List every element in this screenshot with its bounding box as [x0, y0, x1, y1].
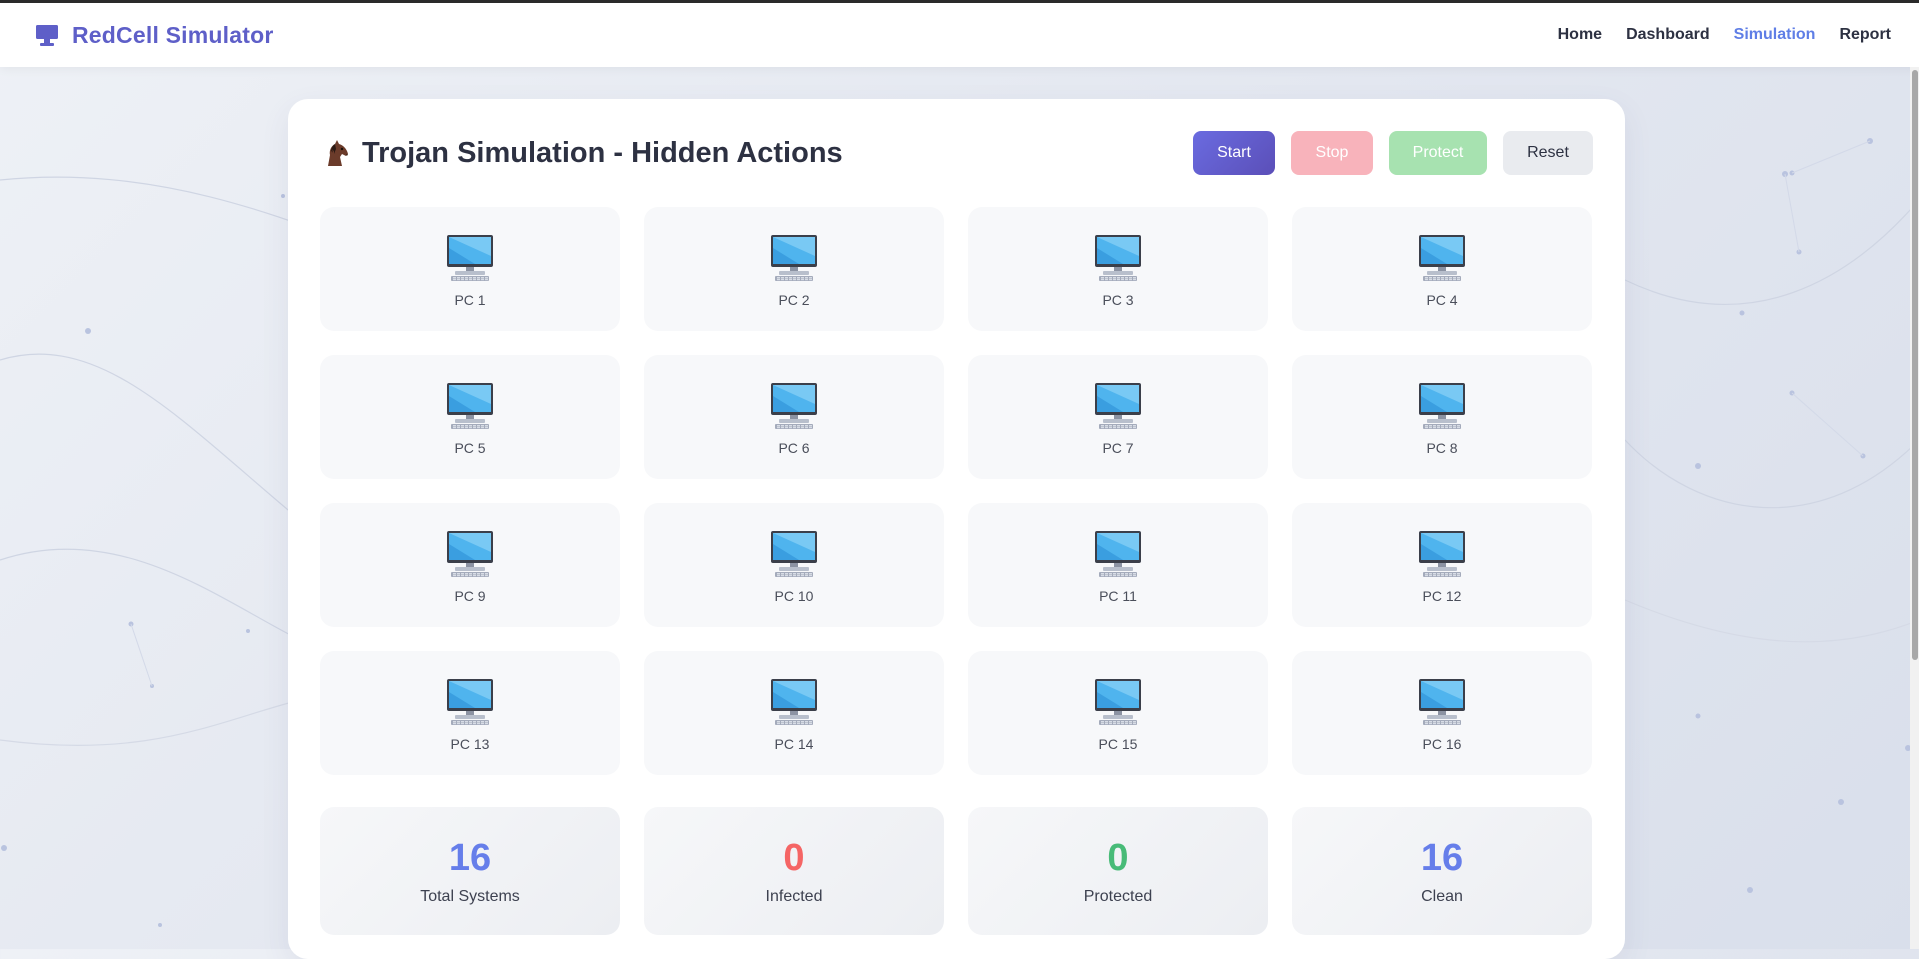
- pc-label: PC 2: [778, 292, 810, 308]
- start-button[interactable]: Start: [1193, 131, 1275, 175]
- pc-tile[interactable]: PC 5: [320, 355, 620, 479]
- pc-grid: PC 1 PC 2 PC 3 PC 4 PC 5 PC 6 PC 7 PC 8 PC 9 PC 1…: [320, 207, 1592, 775]
- desktop-computer-icon: [447, 679, 493, 725]
- pc-tile[interactable]: PC 8: [1292, 355, 1592, 479]
- pc-tile[interactable]: PC 4: [1292, 207, 1592, 331]
- stat-value: 0: [783, 836, 805, 879]
- reset-button[interactable]: Reset: [1503, 131, 1593, 175]
- top-navbar: RedCell Simulator Home Dashboard Simulat…: [0, 3, 1919, 67]
- nav-home[interactable]: Home: [1558, 26, 1602, 44]
- desktop-computer-icon: [1419, 383, 1465, 429]
- stop-button[interactable]: Stop: [1291, 131, 1373, 175]
- pc-tile[interactable]: PC 15: [968, 651, 1268, 775]
- desktop-computer-icon: [1419, 531, 1465, 577]
- desktop-computer-icon: [1419, 235, 1465, 281]
- control-buttons: Start Stop Protect Reset: [1193, 131, 1593, 175]
- stat-label: Clean: [1421, 887, 1463, 905]
- main-nav: Home Dashboard Simulation Report: [1558, 26, 1891, 44]
- stat-total-systems: 16 Total Systems: [320, 807, 620, 935]
- pc-label: PC 4: [1426, 292, 1458, 308]
- pc-tile[interactable]: PC 12: [1292, 503, 1592, 627]
- pc-tile[interactable]: PC 13: [320, 651, 620, 775]
- stat-label: Infected: [765, 887, 823, 905]
- stat-value: 16: [448, 836, 492, 879]
- pc-label: PC 6: [778, 440, 810, 456]
- nav-dashboard[interactable]: Dashboard: [1626, 26, 1710, 44]
- pc-label: PC 10: [774, 588, 814, 604]
- page-scrollbar-thumb[interactable]: [1912, 70, 1918, 660]
- desktop-computer-icon: [771, 235, 817, 281]
- pc-label: PC 12: [1422, 588, 1462, 604]
- stat-value: 0: [1107, 836, 1129, 879]
- desktop-computer-icon: [771, 531, 817, 577]
- pc-tile[interactable]: PC 10: [644, 503, 944, 627]
- simulation-header: Trojan Simulation - Hidden Actions Start…: [320, 131, 1593, 175]
- pc-tile[interactable]: PC 6: [644, 355, 944, 479]
- desktop-monitor-icon: [36, 25, 58, 46]
- desktop-computer-icon: [1095, 235, 1141, 281]
- pc-label: PC 8: [1426, 440, 1458, 456]
- pc-label: PC 14: [774, 736, 814, 752]
- pc-label: PC 15: [1098, 736, 1138, 752]
- stat-value: 16: [1420, 836, 1464, 879]
- pc-tile[interactable]: PC 1: [320, 207, 620, 331]
- pc-label: PC 7: [1102, 440, 1134, 456]
- pc-label: PC 11: [1099, 588, 1137, 604]
- desktop-computer-icon: [447, 235, 493, 281]
- page-title-text: Trojan Simulation - Hidden Actions: [362, 136, 843, 169]
- pc-label: PC 3: [1102, 292, 1134, 308]
- nav-report[interactable]: Report: [1839, 26, 1891, 44]
- pc-tile[interactable]: PC 14: [644, 651, 944, 775]
- pc-tile[interactable]: PC 11: [968, 503, 1268, 627]
- pc-tile[interactable]: PC 9: [320, 503, 620, 627]
- pc-label: PC 9: [454, 588, 486, 604]
- desktop-computer-icon: [447, 383, 493, 429]
- desktop-computer-icon: [1095, 383, 1141, 429]
- pc-label: PC 13: [450, 736, 490, 752]
- pc-label: PC 16: [1422, 736, 1462, 752]
- desktop-computer-icon: [1095, 679, 1141, 725]
- stat-label: Protected: [1083, 887, 1153, 905]
- stat-clean: 16 Clean: [1292, 807, 1592, 935]
- stat-label: Total Systems: [420, 887, 520, 905]
- desktop-computer-icon: [1095, 531, 1141, 577]
- nav-simulation[interactable]: Simulation: [1734, 26, 1816, 44]
- stats-row: 16 Total Systems 0 Infected 0 Protected …: [320, 807, 1592, 935]
- brand[interactable]: RedCell Simulator: [34, 22, 274, 49]
- desktop-computer-icon: [771, 679, 817, 725]
- desktop-computer-icon: [1419, 679, 1465, 725]
- horse-icon: [328, 140, 348, 166]
- pc-tile[interactable]: PC 7: [968, 355, 1268, 479]
- pc-label: PC 1: [454, 292, 486, 308]
- protect-button[interactable]: Protect: [1389, 131, 1487, 175]
- pc-tile[interactable]: PC 2: [644, 207, 944, 331]
- desktop-computer-icon: [447, 531, 493, 577]
- pc-tile[interactable]: PC 3: [968, 207, 1268, 331]
- app-name: RedCell Simulator: [72, 21, 274, 48]
- pc-label: PC 5: [454, 440, 486, 456]
- stat-protected: 0 Protected: [968, 807, 1268, 935]
- page-title: Trojan Simulation - Hidden Actions: [320, 137, 843, 170]
- pc-tile[interactable]: PC 16: [1292, 651, 1592, 775]
- stat-infected: 0 Infected: [644, 807, 944, 935]
- desktop-computer-icon: [771, 383, 817, 429]
- simulation-card: Trojan Simulation - Hidden Actions Start…: [288, 99, 1625, 959]
